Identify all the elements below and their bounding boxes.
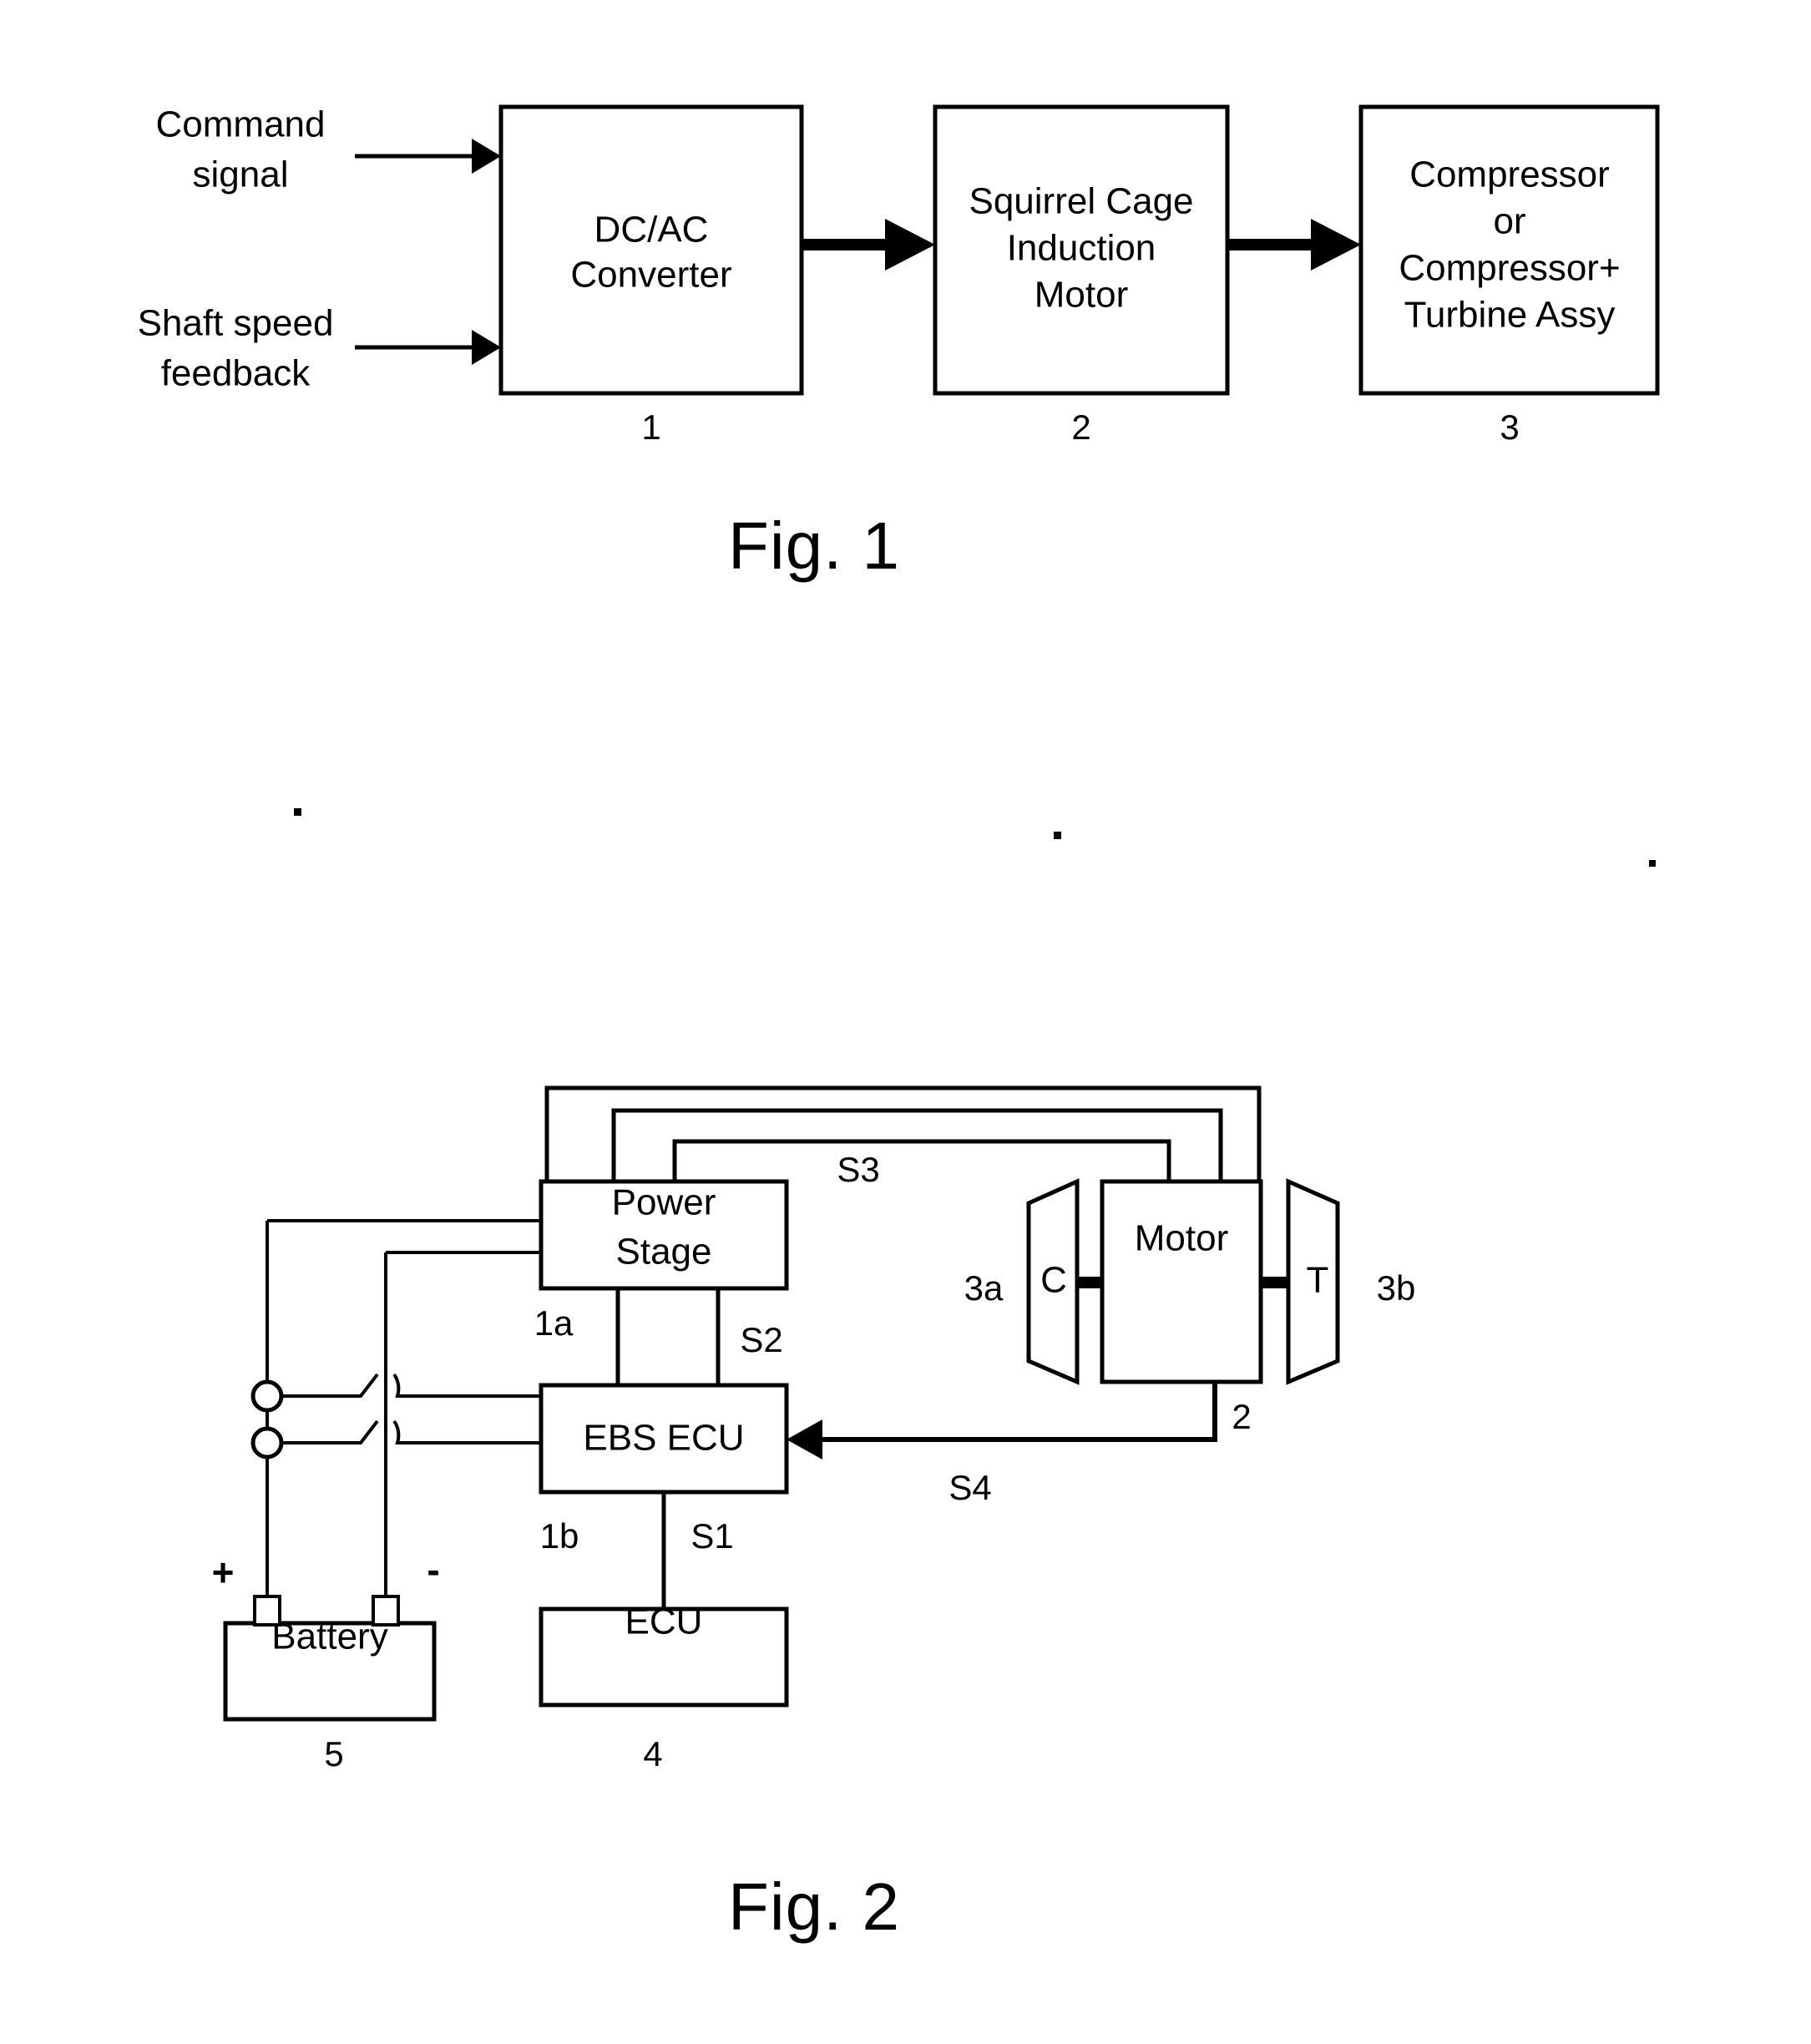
block-induction-motor-ref: 2 [1071,407,1090,447]
block-ecu-label: ECU [625,1601,703,1642]
shape-compressor-ref: 3a [964,1268,1004,1308]
block-power-stage-ref: 1a [534,1303,574,1343]
figure-2: S3 Power Stage 1a S2 EBS ECU 1b S1 ECU 4… [212,1085,1416,1944]
block-dc-ac-converter-line2: Converter [570,255,731,296]
bus-wires-power-stage-to-motor [544,1085,1262,1181]
block-induction-motor-line3: Motor [1034,275,1128,316]
block-motor [1100,1179,1263,1384]
block-compressor-turbine-line4: Turbine Assy [1404,295,1616,336]
scan-speck-center [1054,832,1061,839]
block-dc-ac-converter-line1: DC/AC [594,210,709,250]
signal-label-s2: S2 [740,1320,782,1359]
block-battery-ref: 5 [324,1734,343,1773]
arrow-converter-to-motor [802,219,935,271]
scan-speck-right [1649,860,1656,867]
arrow-command-signal [355,139,501,174]
arrow-shaft-speed-feedback [355,330,501,365]
block-induction-motor-line1: Squirrel Cage [969,181,1193,222]
block-dc-ac-converter-ref: 1 [641,407,660,447]
battery-terminal-positive-post [253,1595,281,1627]
block-ebs-ecu-ref: 1b [540,1516,579,1556]
battery-sense-node-upper [250,1379,284,1413]
figure-1: Command signal Shaft speed feedback DC/A… [138,104,1660,583]
drawing-canvas: Command signal Shaft speed feedback DC/A… [138,104,1660,1944]
block-ebs-ecu-label: EBS ECU [583,1418,744,1459]
input-label-shaft-line1: Shaft speed [138,303,334,344]
patent-drawing-sheet: Command signal Shaft speed feedback DC/A… [0,0,1811,2044]
block-compressor-turbine-line2: or [1493,201,1525,242]
block-induction-motor-line2: Induction [1007,228,1156,269]
shape-turbine-ref: 3b [1377,1268,1416,1308]
block-compressor-turbine-line3: Compressor+ [1399,248,1620,289]
signal-label-s1: S1 [691,1516,733,1556]
shape-turbine-label: T [1307,1260,1329,1301]
battery-terminal-positive-label: + [212,1551,235,1594]
signal-label-s4: S4 [948,1468,991,1507]
battery-terminal-negative-post [372,1595,400,1627]
wire-ebs-sense-lower [274,1419,541,1444]
input-label-command-line2: signal [193,154,289,195]
battery-terminal-negative-label: - [427,1548,439,1591]
block-power-stage-line1: Power [612,1182,716,1223]
block-ecu-ref: 4 [643,1734,662,1773]
figure-2-caption: Fig. 2 [728,1869,900,1944]
block-battery-label: Battery [271,1616,387,1657]
wire-s4-motor-to-ebs-ecu [787,1382,1217,1460]
block-motor-ref: 2 [1232,1397,1251,1436]
arrow-motor-to-load [1227,219,1361,271]
block-compressor-turbine-line1: Compressor [1409,154,1610,195]
scan-speck-left [294,808,301,816]
block-compressor-turbine-ref: 3 [1500,407,1519,447]
input-label-shaft-line2: feedback [161,353,311,394]
figure-1-caption: Fig. 1 [728,508,900,583]
input-label-command-line1: Command [156,104,326,145]
block-power-stage-line2: Stage [616,1232,712,1272]
battery-sense-node-lower [250,1426,284,1460]
signal-label-s3: S3 [837,1150,879,1189]
block-motor-label: Motor [1135,1218,1228,1259]
shape-compressor-label: C [1040,1260,1067,1301]
wire-ebs-sense-upper [274,1373,541,1398]
